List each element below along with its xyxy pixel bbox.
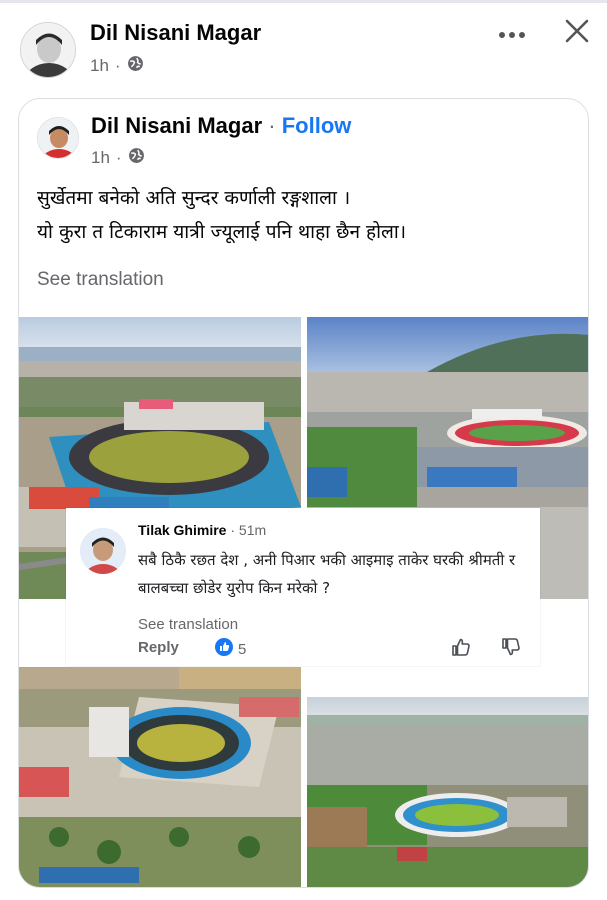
top-divider (0, 0, 607, 3)
post-time[interactable]: 1h (90, 56, 109, 76)
comment-separator: · (230, 522, 236, 538)
close-button[interactable] (560, 16, 594, 50)
commenter-line: Tilak Ghimire · 51m (138, 522, 266, 538)
comment-see-translation[interactable]: See translation (138, 616, 238, 633)
author-avatar[interactable] (20, 22, 76, 78)
comment-reactions[interactable]: 5 (214, 637, 246, 661)
more-options-button[interactable] (494, 18, 530, 48)
shared-author-avatar[interactable] (37, 117, 79, 159)
like-count: 5 (238, 640, 247, 658)
name-separator: · (268, 113, 276, 138)
close-icon (564, 18, 590, 48)
see-translation-link[interactable]: See translation (37, 269, 164, 291)
like-badge-icon (214, 637, 234, 661)
post-meta: 1h · (90, 55, 144, 77)
stadium-photo[interactable] (307, 697, 588, 887)
shared-meta-separator: · (115, 148, 122, 167)
shared-post-card[interactable]: Dil Nisani Magar · Follow 1h · सुर्खेतमा… (18, 98, 589, 888)
post-text-line: यो कुरा त टिकाराम यात्री ज्यूलाई पनि थाह… (37, 221, 407, 243)
follow-button[interactable]: Follow (282, 113, 352, 138)
comment-time: 51m (238, 522, 267, 538)
globe-icon (128, 147, 145, 169)
post-text: सुर्खेतमा बनेको अति सुन्दर कर्णाली रङ्गश… (37, 181, 577, 249)
thumbs-up-icon (450, 638, 472, 662)
post-text-line: सुर्खेतमा बनेको अति सुन्दर कर्णाली रङ्गश… (37, 187, 351, 209)
upvote-button[interactable] (450, 636, 472, 662)
shared-author-name[interactable]: Dil Nisani Magar (91, 113, 262, 138)
author-name[interactable]: Dil Nisani Magar (90, 20, 261, 46)
commenter-name[interactable]: Tilak Ghimire (138, 522, 226, 538)
stadium-photo[interactable] (19, 667, 301, 887)
reply-button[interactable]: Reply (138, 639, 179, 656)
commenter-avatar[interactable] (80, 528, 126, 574)
more-dots-icon (498, 24, 526, 43)
thumbs-down-icon (500, 638, 522, 662)
shared-author-line: Dil Nisani Magar · Follow (91, 113, 351, 139)
globe-icon (127, 55, 144, 77)
shared-post-time[interactable]: 1h (91, 148, 110, 168)
shared-post-meta: 1h · (91, 147, 145, 169)
comment-text: सबै ठिकै रछत देश , अनी पिआर भकी आइमाइ ता… (138, 551, 516, 597)
comment-card: Tilak Ghimire · 51m सबै ठिकै रछत देश , अ… (66, 508, 540, 666)
meta-separator: · (114, 56, 121, 75)
downvote-button[interactable] (500, 636, 522, 662)
